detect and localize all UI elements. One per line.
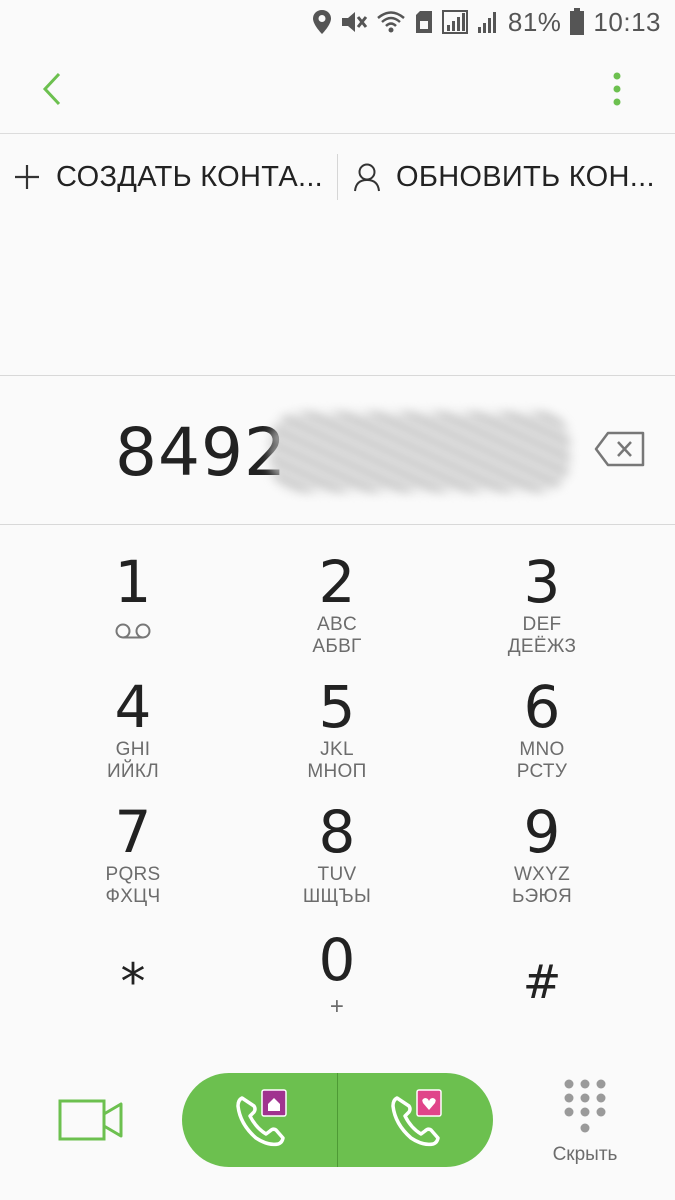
more-vert-icon (613, 72, 621, 106)
call-sim1-button[interactable] (182, 1073, 338, 1167)
key-9[interactable]: 9 WXYZ ЬЭЮЯ (442, 800, 642, 925)
key-7[interactable]: 7 PQRS ФХЦЧ (33, 800, 233, 925)
call-buttons (182, 1073, 493, 1167)
key-letters-cyrillic: АБВГ (312, 636, 362, 657)
key-letters-cyrillic: ИЙКЛ (106, 761, 160, 782)
key-digit: 0 (318, 926, 356, 994)
key-plus: + (329, 993, 345, 1020)
video-call-icon (58, 1099, 123, 1141)
key-digit: 2 (318, 548, 356, 616)
person-icon (354, 163, 380, 192)
backspace-button[interactable] (594, 431, 646, 467)
call-sim2-button[interactable] (338, 1073, 494, 1167)
more-options-button[interactable] (600, 64, 634, 114)
back-arrow-icon (42, 72, 61, 106)
location-icon (312, 10, 331, 34)
key-5[interactable]: 5 JKL МНОП (237, 675, 437, 800)
key-digit: # (522, 955, 562, 1009)
plus-icon (15, 165, 39, 189)
key-3[interactable]: 3 DEF ДЕЁЖЗ (442, 550, 642, 675)
key-letters-latin: TUV (317, 864, 357, 885)
signal-icon (441, 10, 468, 34)
key-digit: 3 (523, 548, 561, 616)
key-letters-latin: WXYZ (513, 864, 571, 885)
blurred-number-mask (270, 412, 570, 492)
phone-sim1-icon (236, 1089, 287, 1147)
bottom-bar: Скрыть (0, 1060, 675, 1200)
key-2[interactable]: 2 ABC АБВГ (237, 550, 437, 675)
key-digit: 4 (114, 673, 152, 741)
key-digit: 5 (318, 673, 356, 741)
key-letters-latin: MNO (519, 739, 565, 760)
key-hash[interactable]: # (442, 950, 642, 1075)
key-letters-latin: ABC (317, 614, 357, 635)
back-button[interactable] (30, 64, 74, 114)
key-letters-cyrillic: МНОП (307, 761, 367, 782)
key-6[interactable]: 6 MNO РСТУ (442, 675, 642, 800)
hide-keypad-label: Скрыть (552, 1144, 618, 1165)
key-0[interactable]: 0 + (237, 928, 437, 1053)
wifi-icon (377, 11, 405, 33)
key-star[interactable]: * (33, 950, 233, 1075)
dialpad-icon (564, 1079, 606, 1133)
key-letters-latin: PQRS (105, 864, 161, 885)
divider (0, 524, 675, 525)
key-digit: 9 (523, 798, 561, 866)
contact-actions: СОЗДАТЬ КОНТА... ОБНОВИТЬ КОН... (0, 134, 675, 220)
key-letters-latin: DEF (522, 614, 562, 635)
number-display: 8492 (0, 376, 675, 524)
update-contact-button[interactable]: ОБНОВИТЬ КОН... (352, 134, 662, 220)
key-digit: 1 (114, 548, 152, 616)
key-4[interactable]: 4 GHI ИЙКЛ (33, 675, 233, 800)
video-call-button[interactable] (58, 1098, 124, 1142)
hide-keypad-button[interactable]: Скрыть (540, 1078, 630, 1178)
action-separator (337, 154, 338, 200)
key-letters-cyrillic: РСТУ (516, 761, 568, 782)
signal-icon (477, 12, 496, 33)
battery-percent: 81% (507, 6, 562, 37)
key-letters-latin: GHI (115, 739, 151, 760)
mute-icon (341, 12, 368, 32)
key-digit: * (120, 953, 146, 1011)
key-letters-cyrillic: ФХЦЧ (105, 886, 161, 907)
key-letters-cyrillic: ДЕЁЖЗ (507, 636, 577, 657)
key-letters-cyrillic: ЬЭЮЯ (511, 886, 573, 907)
dial-keypad: 1 2 ABC АБВГ 3 DEF ДЕЁЖЗ 4 GHI ИЙКЛ 5 JK… (0, 540, 675, 1040)
update-contact-label: ОБНОВИТЬ КОН... (396, 160, 655, 193)
status-bar: 81% 10:13 (0, 0, 675, 44)
backspace-icon (594, 431, 645, 467)
toolbar (0, 44, 675, 134)
dialed-number[interactable]: 8492 (115, 414, 287, 491)
sim-icon (415, 11, 432, 33)
key-digit: 7 (114, 798, 152, 866)
key-1[interactable]: 1 (33, 550, 233, 675)
key-letters-latin: JKL (320, 739, 354, 760)
create-contact-button[interactable]: СОЗДАТЬ КОНТА... (12, 134, 332, 220)
key-8[interactable]: 8 TUV ШЩЪЫ (237, 800, 437, 925)
voicemail-icon (115, 623, 151, 639)
key-digit: 6 (523, 673, 561, 741)
key-digit: 8 (318, 798, 356, 866)
create-contact-label: СОЗДАТЬ КОНТА... (56, 160, 324, 193)
phone-sim2-icon (391, 1089, 442, 1147)
battery-icon (570, 8, 585, 35)
key-letters-cyrillic: ШЩЪЫ (302, 886, 372, 907)
clock: 10:13 (593, 6, 661, 37)
